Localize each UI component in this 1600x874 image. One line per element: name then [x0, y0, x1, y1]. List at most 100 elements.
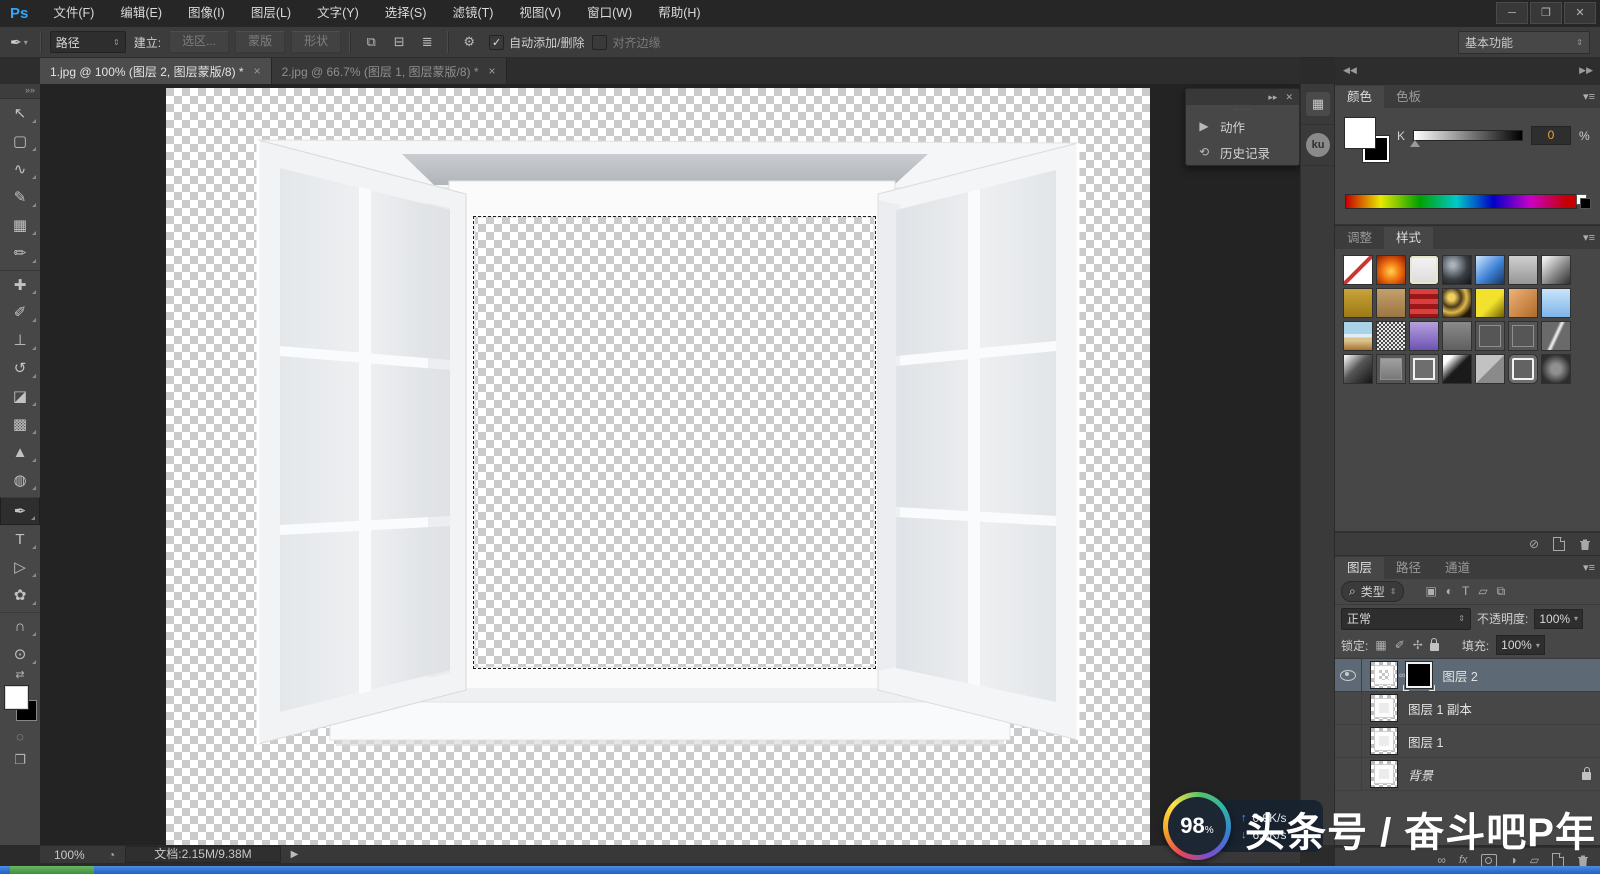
filter-smart-objects-icon[interactable]: ⧉	[1497, 584, 1506, 599]
menu-item[interactable]: 编辑(E)	[107, 0, 175, 27]
style-swatch[interactable]	[1343, 354, 1373, 384]
move-tool[interactable]: ↖	[0, 99, 40, 127]
panel-tab[interactable]: 样式	[1384, 227, 1433, 249]
path-selection-tool[interactable]: ▷	[0, 553, 40, 581]
panel-tab[interactable]: 图层	[1335, 557, 1384, 579]
spectrum-end-swatches[interactable]	[1576, 194, 1591, 209]
foreground-color-swatch[interactable]	[1345, 118, 1375, 148]
style-none-swatch[interactable]	[1343, 255, 1373, 285]
style-swatch[interactable]	[1541, 354, 1571, 384]
collapsed-panel-button[interactable]: ▦	[1301, 84, 1335, 125]
tab-close-icon[interactable]: ×	[252, 64, 263, 78]
style-swatch[interactable]	[1442, 321, 1472, 351]
minimize-button[interactable]: ─	[1496, 2, 1528, 24]
menu-item[interactable]: 图像(I)	[175, 0, 238, 27]
style-swatch[interactable]	[1442, 255, 1472, 285]
float-close-icon[interactable]: ✕	[1285, 92, 1293, 103]
dodge-tool[interactable]: ◍	[0, 466, 40, 494]
menu-item[interactable]: 滤镜(T)	[439, 0, 506, 27]
black-swatch[interactable]	[1580, 198, 1591, 209]
style-swatch[interactable]	[1541, 321, 1571, 351]
style-swatch[interactable]	[1376, 354, 1406, 384]
layer-row-background[interactable]: 背景	[1335, 758, 1600, 791]
tab-close-icon[interactable]: ×	[487, 64, 498, 78]
style-swatch[interactable]	[1343, 288, 1373, 318]
selection-marquee[interactable]	[473, 216, 876, 669]
filter-adjustment-layers-icon[interactable]: ◐	[1446, 584, 1453, 599]
zoom-tool[interactable]: ⊙	[0, 640, 40, 668]
k-value-field[interactable]: 0	[1531, 126, 1571, 145]
style-swatch[interactable]	[1376, 255, 1406, 285]
crop-tool[interactable]: ▦	[0, 211, 40, 239]
status-expand-icon[interactable]: ▶	[291, 849, 299, 860]
auto-add-checkbox-row[interactable]: ✓ 自动添加/删除	[489, 34, 584, 51]
blend-mode-select[interactable]: 正常 ⇕	[1341, 608, 1471, 630]
float-collapse-icon[interactable]: ▸▸	[1268, 92, 1277, 103]
align-edges-checkbox-row[interactable]: 对齐边缘	[592, 34, 660, 51]
gear-icon[interactable]: ⚙	[457, 31, 481, 53]
k-slider-thumb[interactable]	[1410, 140, 1420, 147]
dock-expand-icon[interactable]: ◀◀	[1343, 65, 1357, 76]
path-arrangement-icon[interactable]: ≣	[415, 31, 439, 53]
eraser-tool[interactable]: ◪	[0, 382, 40, 410]
opacity-field[interactable]: 100% ▾	[1534, 609, 1583, 629]
actions-panel-item[interactable]: ▶ 动作	[1186, 113, 1299, 139]
menu-item[interactable]: 图层(L)	[238, 0, 304, 27]
dock-collapse-icon[interactable]: ▶▶	[1579, 65, 1593, 76]
lock-position-icon[interactable]: ✢	[1413, 638, 1423, 652]
style-swatch[interactable]	[1343, 321, 1373, 351]
visibility-toggle[interactable]	[1335, 725, 1362, 757]
path-alignment-icon[interactable]: ⊟	[387, 31, 411, 53]
style-swatch[interactable]	[1475, 321, 1505, 351]
style-swatch[interactable]	[1442, 288, 1472, 318]
style-swatch[interactable]	[1508, 354, 1538, 384]
panel-menu-icon[interactable]: ▾≡	[1583, 561, 1595, 574]
eyedropper-tool[interactable]: ✏	[0, 239, 40, 267]
style-swatch[interactable]	[1508, 321, 1538, 351]
style-swatch[interactable]	[1541, 288, 1571, 318]
foreground-color-swatch[interactable]	[5, 686, 28, 709]
screen-mode-button[interactable]: ❐	[0, 748, 40, 772]
layer-thumbnail[interactable]	[1370, 760, 1398, 788]
document-tab[interactable]: 1.jpg @ 100% (图层 2, 图层蒙版/8) * ×	[40, 58, 272, 84]
auto-add-checkbox[interactable]: ✓	[489, 35, 504, 50]
panel-tab[interactable]: 调整	[1335, 227, 1384, 249]
float-grip[interactable]: ⋯⋯	[1186, 105, 1299, 113]
current-tool-icon[interactable]: ✒ ▾	[6, 34, 32, 51]
status-clock-icon[interactable]: ◔	[108, 848, 115, 862]
layer-thumbnail[interactable]	[1370, 661, 1398, 689]
visibility-toggle[interactable]	[1335, 692, 1362, 724]
panel-tab[interactable]: 色板	[1384, 86, 1433, 108]
swap-colors-icon[interactable]: ⇄	[0, 668, 40, 684]
delete-style-trash-icon[interactable]	[1579, 538, 1591, 551]
layer-thumbnail[interactable]	[1370, 727, 1398, 755]
menu-item[interactable]: 选择(S)	[372, 0, 440, 27]
restore-button[interactable]: ❐	[1530, 2, 1562, 24]
fill-field[interactable]: 100% ▾	[1496, 635, 1545, 655]
color-spectrum-ramp[interactable]	[1345, 194, 1577, 209]
menu-item[interactable]: 窗口(W)	[574, 0, 645, 27]
style-swatch[interactable]	[1442, 354, 1472, 384]
filter-pixel-layers-icon[interactable]: ▣	[1425, 584, 1436, 599]
style-swatch[interactable]	[1541, 255, 1571, 285]
lasso-tool[interactable]: ∿	[0, 155, 40, 183]
layer-name[interactable]: 图层 2	[1442, 666, 1477, 685]
make-button[interactable]: 形状	[291, 31, 341, 53]
make-button[interactable]: 选区...	[169, 31, 229, 53]
style-swatch[interactable]	[1376, 321, 1406, 351]
quick-selection-tool[interactable]: ✎	[0, 183, 40, 211]
layer-name[interactable]: 图层 1 副本	[1408, 699, 1472, 718]
quick-mask-button[interactable]: ◌	[0, 724, 40, 748]
lock-transparency-icon[interactable]: ▦	[1375, 638, 1386, 652]
new-style-icon[interactable]	[1553, 537, 1565, 551]
tool-dock-collapse[interactable]: »»	[0, 84, 40, 99]
clone-stamp-tool[interactable]: ⊥	[0, 326, 40, 354]
pen-tool[interactable]: ✒	[0, 497, 40, 525]
style-swatch[interactable]	[1508, 255, 1538, 285]
brush-tool[interactable]: ✐	[0, 298, 40, 326]
style-swatch[interactable]	[1376, 288, 1406, 318]
layer-thumbnail[interactable]	[1370, 694, 1398, 722]
panel-tab[interactable]: 颜色	[1335, 86, 1384, 108]
history-brush-tool[interactable]: ↺	[0, 354, 40, 382]
lock-paint-icon[interactable]: ✐	[1395, 638, 1405, 652]
